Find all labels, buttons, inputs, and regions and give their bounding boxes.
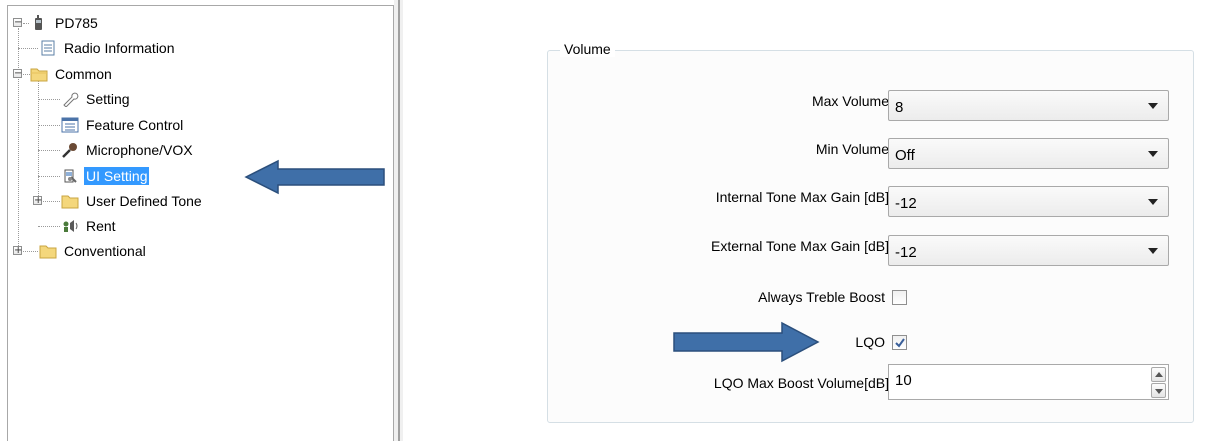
lqo-checkbox[interactable] [892, 335, 907, 350]
settings-tree: − PD785 Radio Information − Common Setti… [8, 6, 393, 441]
folder-open-icon [30, 66, 48, 82]
pane-splitter[interactable] [394, 0, 403, 441]
tree-node-conventional[interactable]: Conventional [39, 241, 148, 261]
lqo-max-boost-volume-spinner[interactable] [888, 364, 1169, 400]
lqo-max-boost-volume-input[interactable] [895, 370, 1125, 390]
tree-node-user-defined-tone[interactable]: User Defined Tone [61, 191, 204, 211]
tree-pane: − PD785 Radio Information − Common Setti… [7, 5, 394, 441]
always-treble-boost-checkbox[interactable] [892, 290, 907, 305]
common-collapse-toggle[interactable]: − [13, 69, 22, 79]
external-tone-max-gain-label: External Tone Max Gain [dB] [711, 238, 889, 254]
min-volume-label: Min Volume [815, 141, 889, 157]
chevron-down-icon [1148, 102, 1158, 109]
folder-icon [39, 243, 57, 259]
tree-node-ui-setting-label: UI Setting [84, 167, 150, 185]
lqo-max-boost-volume-label: LQO Max Boost Volume[dB] [713, 375, 889, 391]
ui-setting-icon [61, 168, 79, 184]
tree-node-common[interactable]: Common [30, 64, 114, 84]
tree-node-feature-control[interactable]: Feature Control [61, 115, 185, 135]
user-defined-tone-expand-toggle[interactable]: + [33, 196, 42, 206]
document-list-icon [39, 40, 57, 56]
tree-node-ui-setting[interactable]: UI Setting [61, 166, 150, 186]
settings-content: Volume Max Volume 8 Min Volume Off Inter… [403, 0, 1211, 441]
internal-tone-max-gain-value: -12 [895, 195, 917, 212]
folder-icon [61, 193, 79, 209]
tree-node-microphone-vox[interactable]: Microphone/VOX [61, 140, 195, 160]
annotation-arrow-right [673, 321, 820, 363]
chevron-down-icon [1148, 198, 1158, 205]
internal-tone-max-gain-label: Internal Tone Max Gain [dB] [715, 189, 889, 205]
chevron-down-icon [1148, 150, 1158, 157]
max-volume-value: 8 [895, 99, 904, 116]
list-icon [61, 117, 79, 133]
wrench-icon [61, 91, 79, 108]
tree-node-rent[interactable]: Rent [61, 216, 118, 236]
max-volume-select[interactable]: 8 [888, 90, 1169, 121]
volume-group-title: Volume [560, 41, 615, 57]
rent-icon [61, 218, 79, 234]
min-volume-select[interactable]: Off [888, 138, 1169, 169]
spin-up-button[interactable] [1151, 367, 1166, 382]
checkmark-icon [895, 338, 905, 348]
always-treble-boost-label: Always Treble Boost [758, 289, 885, 305]
min-volume-value: Off [895, 147, 915, 164]
internal-tone-max-gain-select[interactable]: -12 [888, 186, 1169, 217]
arrow-down-icon [1155, 389, 1163, 394]
tree-node-radio-information[interactable]: Radio Information [39, 38, 177, 58]
arrow-up-icon [1155, 372, 1163, 377]
conventional-expand-toggle[interactable]: + [13, 246, 22, 256]
lqo-label: LQO [855, 334, 885, 350]
microphone-icon [61, 142, 79, 158]
tree-node-setting[interactable]: Setting [61, 89, 132, 109]
annotation-arrow-left [244, 159, 385, 195]
external-tone-max-gain-select[interactable]: -12 [888, 235, 1169, 266]
external-tone-max-gain-value: -12 [895, 244, 917, 261]
max-volume-label: Max Volume [811, 93, 889, 109]
chevron-down-icon [1148, 247, 1158, 254]
spin-down-button[interactable] [1151, 383, 1166, 398]
radio-device-icon [30, 15, 48, 31]
root-collapse-toggle[interactable]: − [13, 18, 22, 28]
tree-node-pd785[interactable]: PD785 [30, 13, 100, 33]
